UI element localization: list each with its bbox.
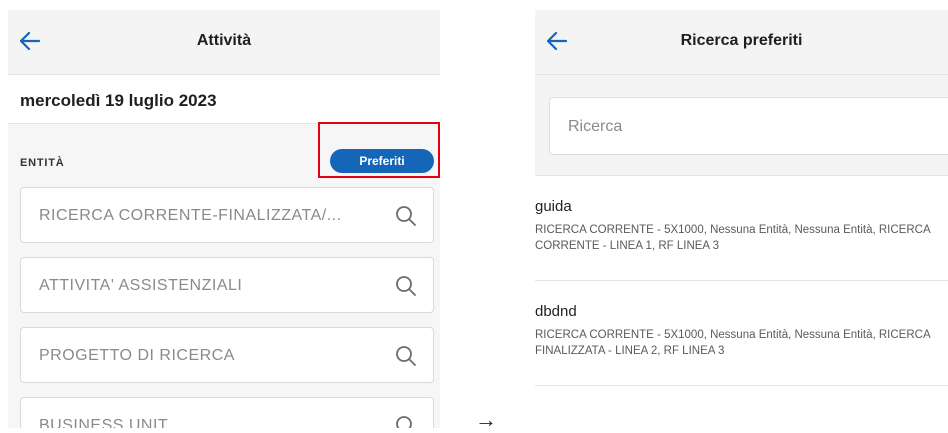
date-label: mercoledì 19 luglio 2023	[20, 91, 217, 110]
entity-field-placeholder: BUSINESS UNIT	[39, 417, 169, 428]
entity-search-field[interactable]: ATTIVITA' ASSISTENZIALI	[20, 257, 434, 313]
favorite-description: RICERCA CORRENTE - 5X1000, Nessuna Entit…	[535, 224, 930, 252]
favorites-search-screen: Ricerca preferiti Ricerca guida RICERCA …	[535, 0, 948, 428]
search-placeholder: Ricerca	[568, 118, 623, 135]
transition-arrow: →	[475, 407, 497, 432]
section-label: ENTITÀ	[20, 157, 65, 169]
search-icon[interactable]	[395, 415, 417, 428]
entity-search-field[interactable]: BUSINESS UNIT	[20, 397, 434, 428]
highlight-box	[318, 122, 440, 178]
search-area: Ricerca	[535, 75, 948, 176]
activity-screen: Attività mercoledì 19 luglio 2023 ENTITÀ…	[0, 0, 450, 428]
search-icon[interactable]	[395, 275, 417, 297]
page-title: Ricerca preferiti	[680, 32, 803, 49]
entity-field-placeholder: ATTIVITA' ASSISTENZIALI	[39, 277, 243, 294]
favorite-name: guida	[535, 198, 572, 215]
favorite-item[interactable]: dbdnd RICERCA CORRENTE - 5X1000, Nessuna…	[535, 281, 948, 386]
search-input[interactable]: Ricerca	[549, 97, 948, 155]
favorite-name: dbdnd	[535, 303, 577, 320]
date-bar: mercoledì 19 luglio 2023	[8, 75, 440, 124]
entity-search-field[interactable]: PROGETTO DI RICERCA	[20, 327, 434, 383]
search-icon[interactable]	[395, 345, 417, 367]
entity-field-placeholder: RICERCA CORRENTE-FINALIZZATA/...	[39, 207, 342, 224]
favorite-item[interactable]: guida RICERCA CORRENTE - 5X1000, Nessuna…	[535, 176, 948, 281]
favorite-description: RICERCA CORRENTE - 5X1000, Nessuna Entit…	[535, 329, 930, 357]
entity-search-field[interactable]: RICERCA CORRENTE-FINALIZZATA/...	[20, 187, 434, 243]
entity-field-placeholder: PROGETTO DI RICERCA	[39, 347, 235, 364]
page-title: Attività	[196, 32, 252, 49]
search-icon[interactable]	[395, 205, 417, 227]
header-bar: Attività	[8, 10, 440, 75]
header-bar: Ricerca preferiti	[535, 10, 948, 75]
